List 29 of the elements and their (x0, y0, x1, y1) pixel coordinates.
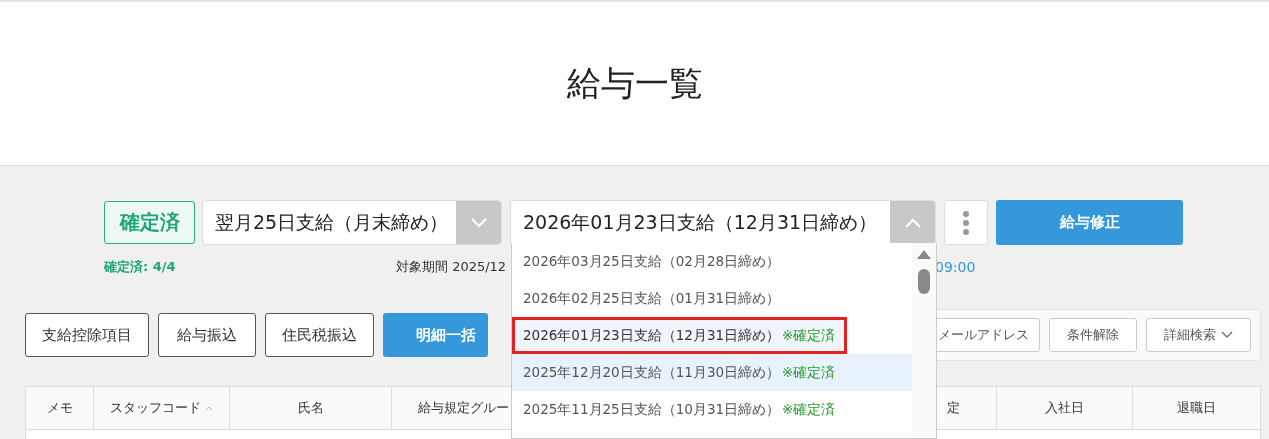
dropdown-item[interactable]: 2026年01月23日支給（12月31日締め）※確定済 (512, 317, 847, 354)
scroll-up-icon (917, 250, 931, 259)
filter-button[interactable]: 詳細検索 (1145, 318, 1251, 352)
dropdown-item[interactable]: 2025年12月20日支給（11月30日締め）※確定済 (512, 354, 912, 391)
action-button[interactable]: 住民税振込 (265, 313, 374, 357)
chevron-icon (904, 217, 921, 228)
column-header[interactable]: スタッフコード (94, 387, 230, 429)
action-button[interactable]: 支給控除項目 (25, 313, 149, 357)
scrollbar-thumb[interactable] (918, 269, 930, 294)
confirmed-count: 確定済: 4/4 (104, 258, 177, 276)
column-header[interactable]: 氏名 (230, 387, 392, 429)
dropdown-item[interactable]: 2026年03月25日支給（02月28日締め） (512, 243, 912, 280)
dropdown-item[interactable]: 2026年02月25日支給（01月31日締め） (512, 280, 912, 317)
vertical-dots-icon (963, 210, 969, 235)
pay-date-select[interactable]: 2026年01月23日支給（12月31日締め） (510, 200, 936, 245)
filter-button[interactable]: 条件解除 (1049, 318, 1137, 352)
time-text: 09:00 (935, 259, 976, 275)
chevron-icon (470, 217, 487, 228)
more-button[interactable] (944, 200, 988, 245)
status-badge: 確定済 (104, 201, 195, 244)
action-button[interactable]: 給与振込 (158, 313, 256, 357)
column-header[interactable]: 退職日 (1133, 387, 1260, 429)
chevron-icon (1220, 331, 1233, 339)
target-period: 対象期間 2025/12 (396, 259, 507, 274)
column-header[interactable]: 入社日 (997, 387, 1133, 429)
sort-icon (205, 405, 213, 411)
column-header[interactable]: メモ (26, 387, 94, 429)
page-title: 給与一覧 (566, 61, 703, 105)
pay-rule-select[interactable]: 翌月25日支給（月末締め） (202, 200, 502, 245)
